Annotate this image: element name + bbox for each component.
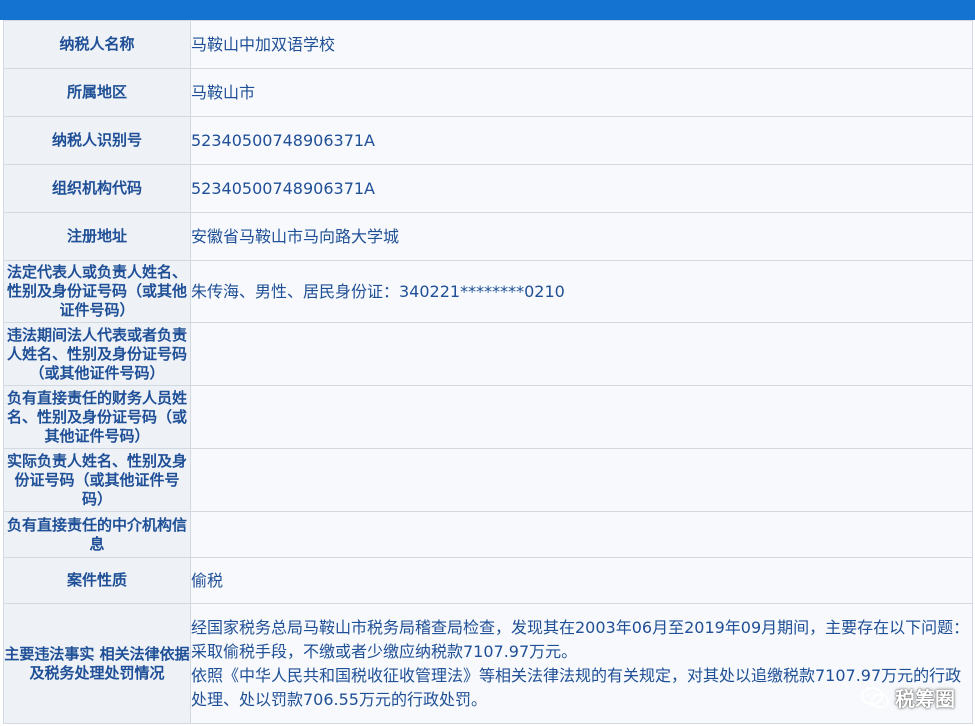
value-violation-period-representative bbox=[190, 322, 973, 386]
table-row: 负有直接责任的财务人员姓名、性别及身份证号码（或其他证件号码） bbox=[3, 385, 973, 449]
label-main-facts: 主要违法事实 相关法律依据及税务处理处罚情况 bbox=[3, 603, 191, 724]
value-main-facts: 经国家税务总局马鞍山市税务局稽查局检查，发现其在2003年06月至2019年09… bbox=[190, 603, 973, 724]
watermark: 税筹圈 bbox=[861, 683, 955, 712]
table-row: 案件性质 偷税 bbox=[3, 557, 973, 604]
wechat-icon bbox=[861, 686, 889, 708]
table-row: 所属地区 马鞍山市 bbox=[3, 68, 973, 117]
table-row: 主要违法事实 相关法律依据及税务处理处罚情况 经国家税务总局马鞍山市税务局稽查局… bbox=[3, 603, 973, 724]
value-taxpayer-id: 52340500748906371A bbox=[190, 116, 973, 165]
value-registered-address: 安徽省马鞍山市马向路大学城 bbox=[190, 212, 973, 261]
label-org-code: 组织机构代码 bbox=[3, 164, 191, 213]
table-row: 违法期间法人代表或者负责人姓名、性别及身份证号码（或其他证件号码） bbox=[3, 322, 973, 386]
label-region: 所属地区 bbox=[3, 68, 191, 117]
value-case-nature: 偷税 bbox=[190, 557, 973, 604]
label-intermediary: 负有直接责任的中介机构信息 bbox=[3, 511, 191, 558]
value-intermediary bbox=[190, 511, 973, 558]
label-finance-staff: 负有直接责任的财务人员姓名、性别及身份证号码（或其他证件号码） bbox=[3, 385, 191, 449]
label-case-nature: 案件性质 bbox=[3, 557, 191, 604]
label-actual-responsible: 实际负责人姓名、性别及身份证号码（或其他证件号码） bbox=[3, 448, 191, 512]
label-taxpayer-id: 纳税人识别号 bbox=[3, 116, 191, 165]
legal-basis-paragraph: 依照《中华人民共和国税收征收管理法》等相关法律法规的有关规定，对其处以追缴税款7… bbox=[191, 665, 962, 709]
value-finance-staff bbox=[190, 385, 973, 449]
table-row: 纳税人识别号 52340500748906371A bbox=[3, 116, 973, 165]
table-row: 纳税人名称 马鞍山中加双语学校 bbox=[3, 20, 973, 69]
label-taxpayer-name: 纳税人名称 bbox=[3, 20, 191, 69]
table-row: 实际负责人姓名、性别及身份证号码（或其他证件号码） bbox=[3, 448, 973, 512]
label-registered-address: 注册地址 bbox=[3, 212, 191, 261]
tax-case-table: 纳税人名称 马鞍山中加双语学校 所属地区 马鞍山市 纳税人识别号 5234050… bbox=[3, 20, 973, 724]
top-bar bbox=[0, 0, 975, 20]
value-org-code: 52340500748906371A bbox=[190, 164, 973, 213]
value-taxpayer-name: 马鞍山中加双语学校 bbox=[190, 20, 973, 69]
table-row: 注册地址 安徽省马鞍山市马向路大学城 bbox=[3, 212, 973, 261]
label-violation-period-representative: 违法期间法人代表或者负责人姓名、性别及身份证号码（或其他证件号码） bbox=[3, 322, 191, 386]
table-row: 负有直接责任的中介机构信息 bbox=[3, 511, 973, 558]
watermark-text: 税筹圈 bbox=[895, 687, 955, 711]
value-region: 马鞍山市 bbox=[190, 68, 973, 117]
value-legal-representative: 朱传海、男性、居民身份证：340221********0210 bbox=[190, 260, 973, 323]
table-row: 组织机构代码 52340500748906371A bbox=[3, 164, 973, 213]
table-row: 法定代表人或负责人姓名、性别及身份证号码（或其他证件号码） 朱传海、男性、居民身… bbox=[3, 260, 973, 323]
facts-paragraph: 经国家税务总局马鞍山市税务局稽查局检查，发现其在2003年06月至2019年09… bbox=[191, 617, 970, 661]
label-legal-representative: 法定代表人或负责人姓名、性别及身份证号码（或其他证件号码） bbox=[3, 260, 191, 323]
value-actual-responsible bbox=[190, 448, 973, 512]
